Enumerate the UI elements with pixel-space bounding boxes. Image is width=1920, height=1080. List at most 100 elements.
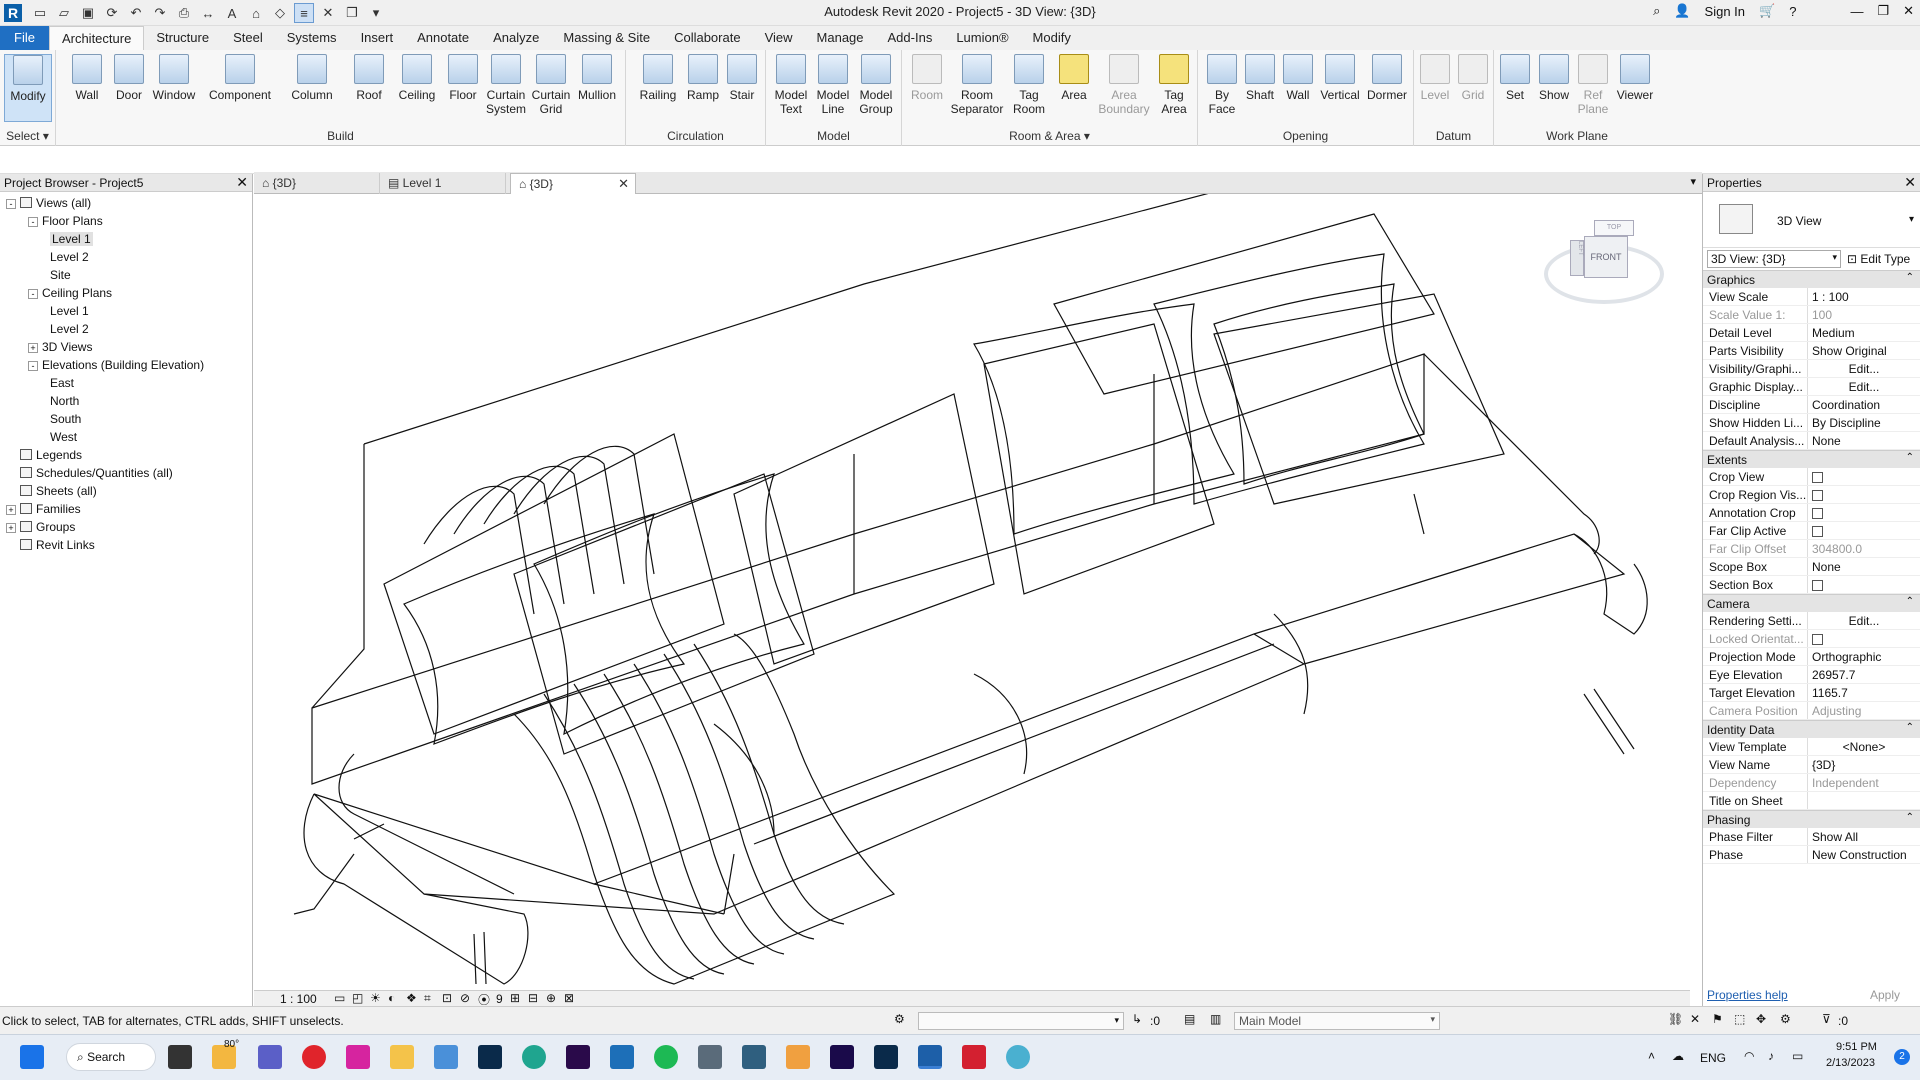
workset-dropdown[interactable]: ▾ xyxy=(918,1012,1124,1030)
task-view-icon[interactable] xyxy=(168,1045,192,1069)
ribbon-tab-file[interactable]: File xyxy=(0,26,49,50)
property-value[interactable]: {3D} xyxy=(1807,756,1920,773)
column-button[interactable]: Column xyxy=(282,54,342,102)
viewer-button[interactable]: Viewer xyxy=(1612,54,1658,102)
binoculars-icon[interactable]: ⌕ xyxy=(1653,3,1660,19)
close-button[interactable]: ✕ xyxy=(1903,3,1914,19)
collapse-toggle-icon[interactable]: - xyxy=(6,199,16,209)
tree-item[interactable]: - Floor Plans xyxy=(0,212,252,230)
minimize-button[interactable]: — xyxy=(1850,4,1863,19)
collapse-icon[interactable]: ⌃ xyxy=(1906,272,1914,283)
tree-item[interactable]: Schedules/Quantities (all) xyxy=(0,464,252,482)
spotify-icon[interactable] xyxy=(654,1045,678,1069)
worksets-icon[interactable]: ⊞ xyxy=(510,991,520,1005)
select-by-face-icon[interactable]: ⬚ xyxy=(1734,1012,1745,1026)
clock-time[interactable]: 9:51 PM xyxy=(1836,1041,1877,1053)
tree-item[interactable]: East xyxy=(0,374,252,392)
tree-item[interactable]: Site xyxy=(0,266,252,284)
wifi-icon[interactable]: ◠ xyxy=(1744,1049,1754,1063)
volume-icon[interactable]: ♪ xyxy=(1768,1049,1774,1063)
cart-icon[interactable]: 🛒 xyxy=(1759,3,1775,19)
chevron-down-icon[interactable]: ▾ xyxy=(1909,214,1914,225)
mullion-button[interactable]: Mullion xyxy=(572,54,622,102)
ribbon-tab-steel[interactable]: Steel xyxy=(221,26,275,50)
render-icon[interactable]: ❖ xyxy=(406,991,417,1005)
design-options-icon[interactable]: ▤ xyxy=(1184,1012,1195,1026)
select-dropdown[interactable]: Select ▾ xyxy=(0,129,55,143)
tag-room-button[interactable]: Tag Room xyxy=(1006,54,1052,116)
tree-item[interactable]: - Elevations (Building Elevation) xyxy=(0,356,252,374)
type-selector[interactable]: 3D View ▾ xyxy=(1703,192,1920,248)
tree-item[interactable]: + Families xyxy=(0,500,252,518)
media-player-icon[interactable] xyxy=(786,1045,810,1069)
network-app-icon[interactable] xyxy=(1006,1045,1030,1069)
workset-icon[interactable]: ⚙ xyxy=(894,1012,905,1026)
tree-item[interactable]: Level 1 xyxy=(0,230,252,248)
lock-view-icon[interactable]: ⊘ xyxy=(460,991,470,1005)
edge-icon[interactable] xyxy=(522,1045,546,1069)
ramp-button[interactable]: Ramp xyxy=(682,54,724,102)
tree-item[interactable]: Level 1 xyxy=(0,302,252,320)
ribbon-tab-analyze[interactable]: Analyze xyxy=(481,26,551,50)
property-value[interactable]: By Discipline xyxy=(1807,414,1920,431)
roof-button[interactable]: Roof xyxy=(346,54,392,102)
area-boundary-button[interactable]: Area Boundary xyxy=(1096,54,1152,116)
tree-item[interactable]: - Views (all) xyxy=(0,194,252,212)
battery-icon[interactable]: ▭ xyxy=(1792,1049,1803,1063)
set-button[interactable]: Set xyxy=(1496,54,1534,102)
tree-item[interactable]: + Groups xyxy=(0,518,252,536)
room-area-group-label[interactable]: Room & Area ▾ xyxy=(902,129,1197,143)
view-tab-3d-1[interactable]: ⌂ {3D} xyxy=(254,173,380,194)
curtain-system-button[interactable]: Curtain System xyxy=(482,54,530,116)
notification-badge[interactable]: 2 xyxy=(1894,1049,1910,1065)
ribbon-tab-collaborate[interactable]: Collaborate xyxy=(662,26,753,50)
ribbon-tab-systems[interactable]: Systems xyxy=(275,26,349,50)
photos-icon[interactable] xyxy=(434,1045,458,1069)
expand-toggle-icon[interactable]: + xyxy=(28,343,38,353)
collapse-toggle-icon[interactable]: - xyxy=(28,217,38,227)
property-category[interactable]: Extents ⌃ xyxy=(1703,450,1920,468)
tree-item[interactable]: Legends xyxy=(0,446,252,464)
ribbon-tab-modify[interactable]: Modify xyxy=(1021,26,1083,50)
filter-icon[interactable]: ⊽ xyxy=(1822,1012,1831,1026)
railing-button[interactable]: Railing xyxy=(634,54,682,102)
apply-button[interactable]: Apply xyxy=(1870,988,1900,1002)
visual-style-icon[interactable]: ◰ xyxy=(352,991,363,1005)
ribbon-tab-manage[interactable]: Manage xyxy=(805,26,876,50)
view-tab-level-1[interactable]: ▤ Level 1 xyxy=(380,173,506,194)
model-text-button[interactable]: Model Text xyxy=(768,54,814,116)
checkbox[interactable] xyxy=(1812,490,1823,501)
user-icon[interactable]: 👤 xyxy=(1674,3,1690,19)
model-group-button[interactable]: Model Group xyxy=(852,54,900,116)
language-indicator[interactable]: ENG xyxy=(1700,1051,1726,1065)
tag-area-button[interactable]: Tag Area xyxy=(1152,54,1196,116)
onedrive-icon[interactable]: ☁ xyxy=(1672,1049,1684,1063)
tree-item[interactable]: Level 2 xyxy=(0,320,252,338)
property-button[interactable]: <None> xyxy=(1807,738,1920,755)
tree-item[interactable]: West xyxy=(0,428,252,446)
by-face-button[interactable]: By Face xyxy=(1202,54,1242,116)
property-checkbox[interactable] xyxy=(1807,504,1920,521)
tree-item[interactable]: South xyxy=(0,410,252,428)
crop-region-icon[interactable]: ⊡ xyxy=(442,991,452,1005)
ribbon-tab-add-ins[interactable]: Add-Ins xyxy=(876,26,945,50)
3d-viewport[interactable]: FRONT TOP LEFT xyxy=(254,194,1690,990)
design-option-picker-icon[interactable]: ▥ xyxy=(1210,1012,1221,1026)
restore-button[interactable]: ❐ xyxy=(1877,3,1889,19)
sketchup-icon[interactable] xyxy=(610,1045,634,1069)
property-value[interactable]: New Construction xyxy=(1807,846,1920,863)
checkbox[interactable] xyxy=(1812,472,1823,483)
app-icon[interactable] xyxy=(742,1045,766,1069)
tree-item[interactable]: North xyxy=(0,392,252,410)
checkbox[interactable] xyxy=(1812,508,1823,519)
property-button[interactable]: Edit... xyxy=(1807,612,1920,629)
property-category[interactable]: Graphics ⌃ xyxy=(1703,270,1920,288)
property-value[interactable]: 1 : 100 xyxy=(1807,288,1920,305)
drag-elements-icon[interactable]: ✥ xyxy=(1756,1012,1766,1026)
ribbon-tab-view[interactable]: View xyxy=(753,26,805,50)
property-checkbox[interactable] xyxy=(1807,522,1920,539)
property-value[interactable]: 1165.7 xyxy=(1807,684,1920,701)
ceiling-button[interactable]: Ceiling xyxy=(390,54,444,102)
expand-toggle-icon[interactable]: + xyxy=(6,505,16,515)
select-underlay-icon[interactable]: ✕ xyxy=(1690,1012,1700,1026)
